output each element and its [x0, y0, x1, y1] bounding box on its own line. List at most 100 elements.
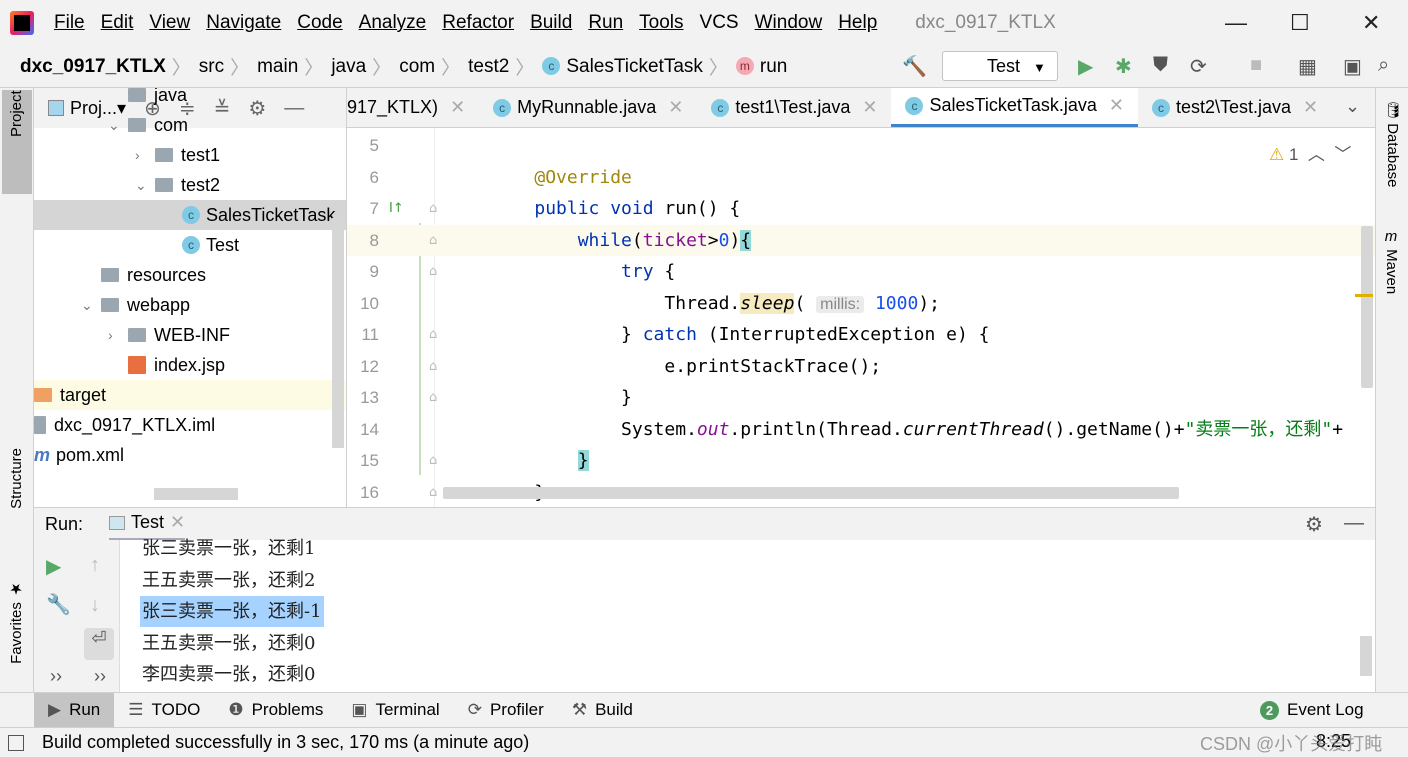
- tool-window-run[interactable]: ▶ Run: [34, 692, 115, 728]
- chevron-down-icon[interactable]: ⌄: [108, 117, 128, 134]
- tree-item[interactable]: ⌄ com: [34, 110, 346, 140]
- horizontal-scrollbar[interactable]: [443, 487, 1179, 499]
- close-tab-icon[interactable]: ✕: [862, 97, 877, 118]
- run-console[interactable]: ▶ 🔧 ›› ↑ ↓ ⏎ ›› 张三卖票一张，还剩1 王五卖票一张，还剩2 张三卖票…: [34, 538, 1375, 692]
- tree-item[interactable]: target: [34, 380, 346, 410]
- breadcrumb-item[interactable]: main: [257, 56, 298, 78]
- tabs-overflow-icon[interactable]: ⌄: [1345, 96, 1360, 117]
- tree-item[interactable]: › WEB-INF: [34, 320, 346, 350]
- chevron-right-icon[interactable]: ›: [108, 327, 128, 343]
- favorites-tool-tab[interactable]: Favorites ★: [8, 580, 26, 664]
- menu-file[interactable]: File: [54, 12, 85, 34]
- tool-window-todo[interactable]: ☰ TODO: [114, 693, 214, 728]
- rerun-icon[interactable]: ▶: [46, 554, 61, 579]
- maximize-button[interactable]: ☐: [1290, 10, 1310, 36]
- menu-build[interactable]: Build: [530, 12, 572, 34]
- tree-item[interactable]: java: [34, 88, 346, 110]
- menu-run[interactable]: Run: [588, 12, 623, 34]
- fold-icon[interactable]: ⌂: [429, 256, 437, 287]
- stop-icon[interactable]: ■: [1250, 54, 1262, 77]
- project-structure-icon[interactable]: ▦: [1298, 54, 1317, 79]
- minimize-button[interactable]: —: [1225, 10, 1247, 36]
- fold-icon[interactable]: ⌂: [429, 351, 437, 382]
- code-editor[interactable]: 56 @Override 7 public void run() {⌂ I↑ 8 wh…: [347, 128, 1375, 507]
- fold-icon[interactable]: ⌂: [429, 319, 437, 350]
- soft-wrap-icon[interactable]: ⏎: [84, 628, 114, 660]
- coverage-icon[interactable]: ⛊: [1153, 54, 1168, 77]
- menu-edit[interactable]: Edit: [101, 12, 134, 34]
- editor-tab[interactable]: 917_KTLX) ✕: [347, 88, 479, 127]
- maven-tool-tab[interactable]: m Maven: [1383, 228, 1400, 294]
- editor-tab[interactable]: c test1\Test.java ✕: [697, 88, 891, 127]
- console-scrollbar[interactable]: [1360, 636, 1372, 676]
- tree-item[interactable]: resources: [34, 260, 346, 290]
- menu-refactor[interactable]: Refactor: [442, 12, 514, 34]
- tree-item[interactable]: › test1: [34, 140, 346, 170]
- project-h-scrollbar[interactable]: [154, 488, 238, 500]
- run-icon[interactable]: ▶: [1078, 54, 1093, 79]
- close-tab-icon[interactable]: ✕: [1109, 95, 1124, 116]
- menu-window[interactable]: Window: [755, 12, 823, 34]
- down-arrow-icon[interactable]: ↓: [90, 594, 100, 617]
- breadcrumb-item[interactable]: m run: [735, 56, 787, 78]
- tree-item[interactable]: index.jsp: [34, 350, 346, 380]
- structure-tool-tab[interactable]: Structure: [8, 448, 25, 509]
- wrench-icon[interactable]: 🔧: [46, 592, 71, 617]
- chevron-down-icon[interactable]: ⌄: [81, 297, 101, 314]
- tool-window-profiler[interactable]: ⟳ Profiler: [454, 693, 558, 728]
- editor-tab[interactable]: c test2\Test.java ✕: [1138, 88, 1332, 127]
- tool-window-build[interactable]: ⚒ Build: [558, 693, 647, 728]
- menu-navigate[interactable]: Navigate: [206, 12, 281, 34]
- breadcrumb-item[interactable]: c SalesTicketTask: [542, 56, 703, 78]
- editor-tab[interactable]: c SalesTicketTask.java ✕: [891, 88, 1138, 127]
- fold-icon[interactable]: ⌂: [429, 382, 437, 413]
- close-tab-icon[interactable]: ✕: [668, 97, 683, 118]
- hide-icon[interactable]: —: [1344, 512, 1364, 535]
- tree-item[interactable]: c SalesTicketTask: [34, 200, 346, 230]
- tree-item[interactable]: c Test: [34, 230, 346, 260]
- debug-icon[interactable]: ✱: [1115, 54, 1132, 79]
- fold-icon[interactable]: ⌂: [429, 445, 437, 476]
- fold-icon[interactable]: ⌂: [429, 225, 437, 256]
- search-icon[interactable]: ⌕: [1378, 54, 1389, 77]
- tool-window-problems[interactable]: ❶ Problems: [214, 693, 337, 728]
- project-tool-tab[interactable]: Project: [2, 90, 32, 194]
- run-anything-icon[interactable]: ▣: [1343, 54, 1362, 79]
- close-button[interactable]: ✕: [1362, 10, 1380, 36]
- implements-icon[interactable]: I↑: [389, 193, 404, 224]
- breadcrumb-item[interactable]: java: [331, 56, 366, 78]
- tree-item[interactable]: dxc_0917_KTLX.iml: [34, 410, 346, 440]
- up-arrow-icon[interactable]: ↑: [90, 554, 100, 577]
- menu-analyze[interactable]: Analyze: [359, 12, 427, 34]
- tree-item[interactable]: ⌄ test2: [34, 170, 346, 200]
- breadcrumb-item[interactable]: src: [199, 56, 224, 78]
- more-icon[interactable]: ››: [94, 666, 106, 687]
- menu-tools[interactable]: Tools: [639, 12, 683, 34]
- fold-icon[interactable]: ⌂: [429, 477, 437, 508]
- vertical-scrollbar[interactable]: [1361, 226, 1373, 388]
- more-icon[interactable]: ››: [50, 666, 62, 687]
- menu-view[interactable]: View: [149, 12, 190, 34]
- breadcrumb-item[interactable]: test2: [468, 56, 509, 78]
- database-tool-tab[interactable]: 🛢 Database: [1383, 100, 1401, 187]
- status-toggle-icon[interactable]: [8, 734, 24, 751]
- profile-icon[interactable]: ⟳: [1190, 54, 1207, 79]
- tree-item[interactable]: m pom.xml: [34, 440, 346, 470]
- close-tab-icon[interactable]: ✕: [450, 97, 465, 118]
- project-scrollbar[interactable]: [332, 218, 344, 448]
- breadcrumb-item[interactable]: dxc_0917_KTLX: [20, 56, 166, 78]
- close-tab-icon[interactable]: ✕: [1303, 97, 1318, 118]
- run-config-select[interactable]: Test ▼: [942, 51, 1058, 81]
- build-hammer-icon[interactable]: 🔨: [902, 54, 927, 79]
- close-tab-icon[interactable]: ✕: [170, 512, 185, 533]
- event-log-button[interactable]: 2 Event Log: [1246, 693, 1378, 728]
- tree-item[interactable]: ⌄ webapp: [34, 290, 346, 320]
- menu-help[interactable]: Help: [838, 12, 877, 34]
- tool-window-terminal[interactable]: ▣ Terminal: [337, 693, 453, 728]
- fold-icon[interactable]: ⌂: [429, 193, 437, 224]
- chevron-down-icon[interactable]: ⌄: [135, 177, 155, 194]
- breadcrumb-item[interactable]: com: [399, 56, 435, 78]
- chevron-right-icon[interactable]: ›: [135, 147, 155, 163]
- gear-icon[interactable]: ⚙: [1305, 512, 1323, 537]
- editor-tab[interactable]: c MyRunnable.java ✕: [479, 88, 697, 127]
